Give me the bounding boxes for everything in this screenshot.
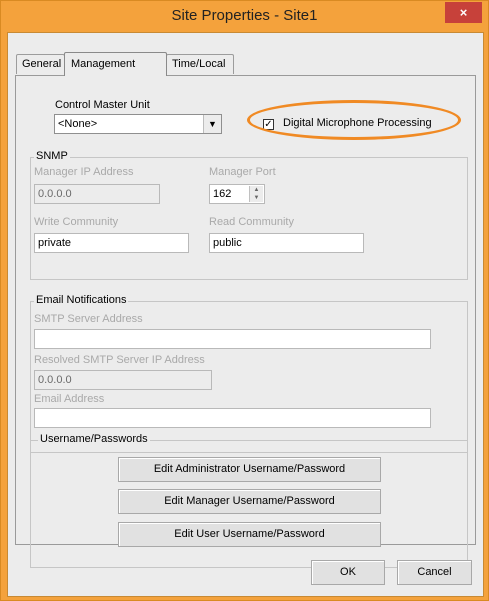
username-passwords-title: Username/Passwords bbox=[38, 433, 150, 445]
write-community-field[interactable]: private bbox=[34, 233, 189, 253]
snmp-title: SNMP bbox=[34, 150, 70, 162]
manager-port-stepper[interactable]: 162 ▲ ▼ bbox=[209, 184, 265, 204]
edit-manager-credentials-button[interactable]: Edit Manager Username/Password bbox=[118, 489, 381, 514]
chevron-down-icon[interactable]: ▼ bbox=[203, 115, 221, 133]
cancel-button[interactable]: Cancel bbox=[397, 560, 472, 585]
manager-ip-label: Manager IP Address bbox=[34, 166, 134, 178]
ok-button[interactable]: OK bbox=[311, 560, 385, 585]
email-notifications-title: Email Notifications bbox=[34, 294, 129, 306]
email-address-field[interactable] bbox=[34, 408, 431, 428]
highlight-ellipse bbox=[247, 100, 461, 140]
resolved-smtp-ip-field: 0.0.0.0 bbox=[34, 370, 212, 390]
email-notifications-group: Email Notifications SMTP Server Address … bbox=[30, 294, 468, 453]
tab-time-local[interactable]: Time/Local bbox=[166, 54, 234, 74]
site-properties-window: Site Properties - Site1 × General Manage… bbox=[0, 0, 489, 601]
smtp-server-field[interactable] bbox=[34, 329, 431, 349]
manager-ip-field: 0.0.0.0 bbox=[34, 184, 160, 204]
tab-management[interactable]: Management bbox=[64, 52, 167, 76]
close-button[interactable]: × bbox=[445, 2, 482, 23]
username-passwords-group: Username/Passwords Edit Administrator Us… bbox=[30, 433, 468, 568]
control-master-select[interactable]: <None> ▼ bbox=[54, 114, 222, 134]
write-community-label: Write Community bbox=[34, 216, 119, 228]
email-address-label: Email Address bbox=[34, 393, 105, 405]
smtp-server-label: SMTP Server Address bbox=[34, 313, 143, 325]
edit-admin-credentials-button[interactable]: Edit Administrator Username/Password bbox=[118, 457, 381, 482]
control-master-label: Control Master Unit bbox=[55, 99, 150, 111]
window-title: Site Properties - Site1 bbox=[171, 7, 318, 24]
read-community-field[interactable]: public bbox=[209, 233, 364, 253]
edit-user-credentials-button[interactable]: Edit User Username/Password bbox=[118, 522, 381, 547]
manager-port-value: 162 bbox=[213, 188, 232, 200]
read-community-label: Read Community bbox=[209, 216, 294, 228]
management-tab-panel: Control Master Unit <None> ▼ ✓ Digital M… bbox=[15, 75, 476, 568]
manager-port-label: Manager Port bbox=[209, 166, 276, 178]
spinner-arrows-icon[interactable]: ▲ ▼ bbox=[249, 186, 263, 202]
tab-general[interactable]: General bbox=[16, 54, 65, 74]
close-icon: × bbox=[459, 5, 468, 20]
resolved-smtp-ip-label: Resolved SMTP Server IP Address bbox=[34, 354, 205, 366]
snmp-group: SNMP Manager IP Address 0.0.0.0 Manager … bbox=[30, 150, 468, 280]
control-master-value: <None> bbox=[58, 118, 98, 130]
